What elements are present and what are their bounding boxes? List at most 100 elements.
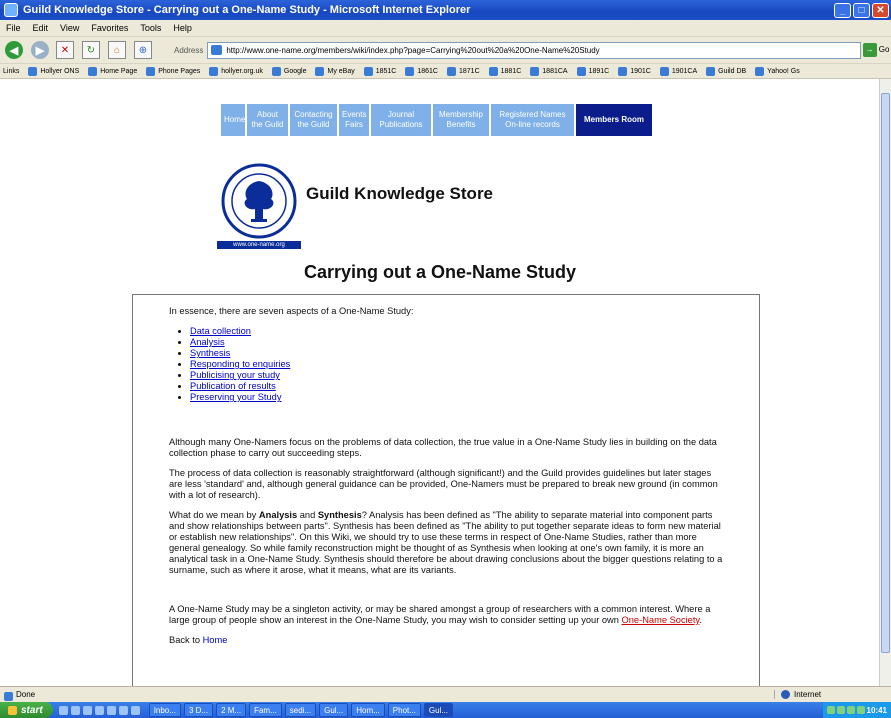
taskbar-button[interactable]: 3 D... (183, 703, 214, 717)
nav-membership[interactable]: Membership Benefits (433, 104, 489, 136)
vertical-scrollbar[interactable] (879, 79, 891, 686)
link-1861c[interactable]: 1861C (405, 66, 438, 76)
link-1891c[interactable]: 1891C (576, 66, 610, 76)
window-title: Guild Knowledge Store - Carrying out a O… (23, 4, 471, 16)
quicklaunch-icon[interactable] (106, 705, 116, 715)
link-1851c[interactable]: 1851C (363, 66, 396, 76)
links-label: Links (3, 67, 20, 75)
nav-label: Benefits (446, 120, 476, 129)
link-home[interactable]: Home (203, 635, 228, 645)
tray-icon[interactable] (856, 706, 865, 714)
refresh-icon[interactable]: ↻ (82, 41, 100, 59)
link-publication[interactable]: Publication of results (190, 381, 276, 391)
link-1901ca[interactable]: 1901CA (659, 66, 697, 76)
link-1871c[interactable]: 1871C (447, 66, 480, 76)
paragraph-4: A One-Name Study may be a singleton acti… (169, 604, 723, 626)
search-icon[interactable]: ⊕ (134, 41, 152, 59)
taskbar-button[interactable]: Fam... (249, 703, 282, 717)
link-synthesis[interactable]: Synthesis (190, 348, 230, 358)
nav-journal[interactable]: Journal Publications (371, 104, 431, 136)
home-icon[interactable]: ⌂ (108, 41, 126, 59)
nav-label: Publications (379, 120, 423, 129)
nav-label: Home (224, 115, 246, 124)
toolbar: ◀ ▶ ✕ ↻ ⌂ ⊕ Address http://www.one-name.… (0, 37, 891, 64)
taskbar-button[interactable]: Inbo... (148, 703, 181, 717)
go-button[interactable]: → Go (861, 43, 891, 57)
para4-end: . (699, 615, 702, 625)
link-guild-db[interactable]: Guild DB (706, 66, 746, 76)
back-icon[interactable]: ◀ (5, 41, 23, 59)
taskbar-button[interactable]: Hom... (351, 703, 385, 717)
address-field[interactable]: http://www.one-name.org/members/wiki/ind… (207, 41, 861, 59)
taskbar-button[interactable]: Phot... (387, 703, 421, 717)
link-label: 1871C (459, 67, 480, 75)
nav-home[interactable]: Home (221, 104, 245, 136)
page-icon (755, 66, 765, 76)
scrollbar-thumb[interactable] (881, 93, 890, 653)
page-icon (706, 66, 716, 76)
quicklaunch-icon[interactable] (58, 705, 68, 715)
page-icon (530, 66, 540, 76)
taskbar-button[interactable]: 2 M... (216, 703, 247, 717)
link-home-page[interactable]: Home Page (88, 66, 137, 76)
link-responding[interactable]: Responding to enquiries (190, 359, 290, 369)
go-label: Go (878, 45, 890, 54)
taskbar-button[interactable]: Gul... (423, 703, 454, 717)
link-label: 1861C (417, 67, 438, 75)
nav-registered-names[interactable]: Registered Names On-line records (491, 104, 574, 136)
nav-about[interactable]: About the Guild (247, 104, 288, 136)
link-hollyer-ons[interactable]: Hollyer ONS (28, 66, 79, 76)
globe-icon (781, 690, 790, 699)
article-content: In essence, there are seven aspects of a… (132, 294, 760, 686)
quicklaunch-icon[interactable] (70, 705, 80, 715)
stop-icon[interactable]: ✕ (56, 41, 74, 59)
taskbar-button[interactable]: Gul... (319, 703, 349, 717)
quicklaunch-icon[interactable] (118, 705, 128, 715)
link-google[interactable]: Google (271, 66, 306, 76)
start-button[interactable]: start (0, 702, 53, 718)
close-button[interactable]: ✕ (872, 2, 889, 18)
link-analysis[interactable]: Analysis (190, 337, 225, 347)
link-1901c[interactable]: 1901C (618, 66, 651, 76)
guild-logo[interactable]: www.one-name.org (217, 163, 301, 249)
quicklaunch-icon[interactable] (94, 705, 104, 715)
link-1881c[interactable]: 1881C (488, 66, 521, 76)
menu-edit[interactable]: Edit (33, 23, 49, 33)
tray-icon[interactable] (826, 706, 835, 714)
tray-icon[interactable] (846, 706, 855, 714)
page-icon (315, 66, 325, 76)
nav-contacting[interactable]: Contacting the Guild (290, 104, 337, 136)
list-item: Analysis (190, 337, 723, 348)
menu-view[interactable]: View (60, 23, 79, 33)
nav-events[interactable]: Events Fairs (339, 104, 369, 136)
menu-file[interactable]: File (6, 23, 21, 33)
link-publicising[interactable]: Publicising your study (190, 370, 280, 380)
minimize-button[interactable]: _ (834, 2, 851, 18)
menu-help[interactable]: Help (173, 23, 192, 33)
link-1881ca[interactable]: 1881CA (530, 66, 568, 76)
link-ebay[interactable]: My eBay (315, 66, 355, 76)
taskbar: start Inbo... 3 D... 2 M... Fam... sedi.… (0, 702, 891, 718)
taskbar-button[interactable]: sedi... (284, 703, 317, 717)
back-text: Back to (169, 635, 203, 645)
nav-label: the Guild (297, 120, 330, 129)
link-hollyer-org[interactable]: hollyer.org.uk (209, 66, 263, 76)
tray-icon[interactable] (836, 706, 845, 714)
link-phone-pages[interactable]: Phone Pages (146, 66, 200, 76)
link-one-name-society[interactable]: One-Name Society (622, 615, 700, 625)
maximize-button[interactable]: □ (853, 2, 870, 18)
quicklaunch-icon[interactable] (82, 705, 92, 715)
menu-favorites[interactable]: Favorites (91, 23, 128, 33)
menu-tools[interactable]: Tools (140, 23, 161, 33)
link-label: 1891C (588, 67, 610, 75)
ie-icon (4, 3, 18, 17)
forward-icon[interactable]: ▶ (31, 41, 49, 59)
nav-members-room[interactable]: Members Room (576, 104, 652, 136)
link-data-collection[interactable]: Data collection (190, 326, 251, 336)
link-label: hollyer.org.uk (221, 67, 263, 75)
link-preserving[interactable]: Preserving your Study (190, 392, 281, 402)
nav-label: Registered Names (499, 110, 566, 119)
link-yahoo[interactable]: Yahoo! Gs (755, 66, 800, 76)
nav-label: Journal (387, 110, 415, 119)
quicklaunch-icon[interactable] (130, 705, 140, 715)
